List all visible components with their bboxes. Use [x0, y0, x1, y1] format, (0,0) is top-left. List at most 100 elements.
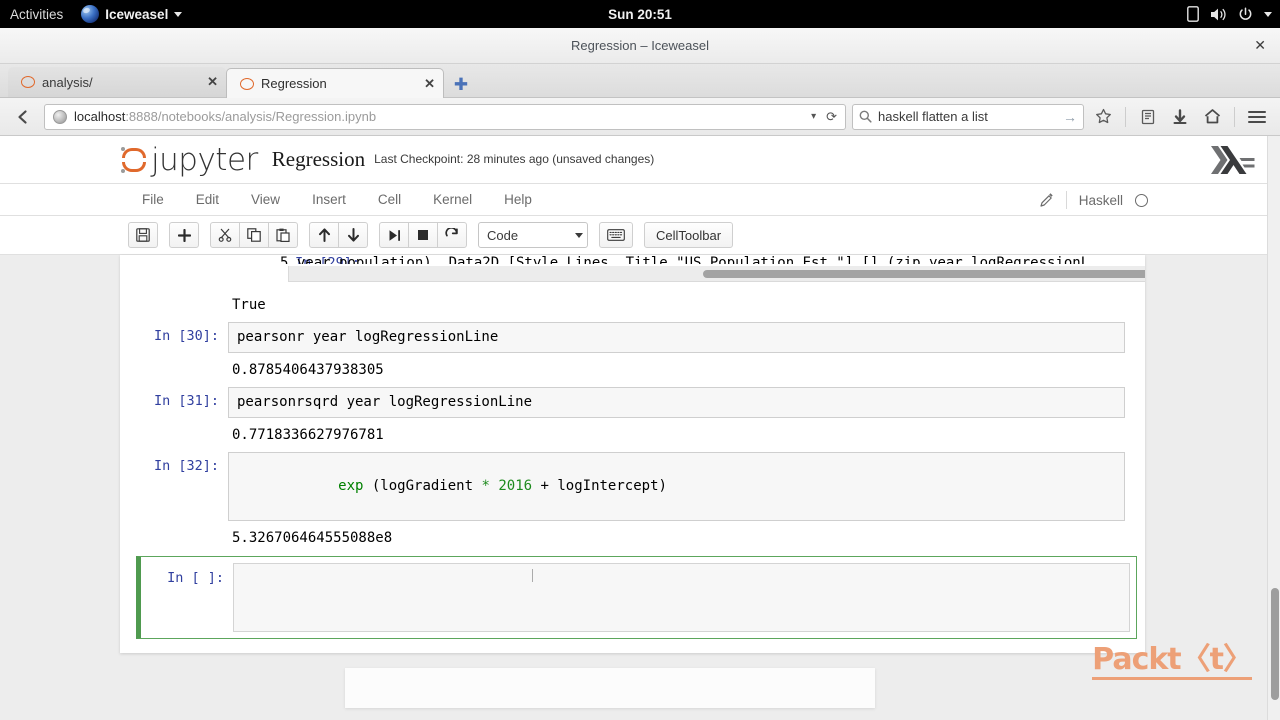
home-icon[interactable] — [1197, 102, 1227, 132]
restart-kernel-button[interactable] — [437, 222, 467, 248]
packt-logo-mark: 〈t〉 — [1181, 642, 1252, 677]
jupyter-logo-icon — [120, 146, 148, 174]
jupyter-logo[interactable]: jupyter — [120, 142, 258, 178]
cell-prompt — [120, 360, 228, 380]
menu-edit[interactable]: Edit — [180, 192, 235, 207]
app-menu-iceweasel[interactable]: Iceweasel — [75, 5, 188, 23]
cell-output-row: 5.326706464555088e8 — [120, 526, 1145, 550]
menubar-right: Haskell — [1040, 184, 1148, 216]
cell-output-row: True — [120, 293, 1145, 317]
tab-label: Regression — [261, 76, 416, 91]
window-titlebar: Regression – Iceweasel ✕ — [0, 28, 1280, 64]
jupyter-favicon-icon — [20, 75, 34, 89]
paste-button[interactable] — [268, 222, 298, 248]
copy-button[interactable] — [239, 222, 269, 248]
volume-icon[interactable] — [1210, 7, 1227, 22]
tab-close-icon[interactable]: ✕ — [207, 74, 218, 90]
menu-cell[interactable]: Cell — [362, 192, 417, 207]
clipped-cell-29[interactable]: In [29]: 5 year population), Data2D [Sty… — [120, 255, 1145, 293]
jupyter-header: jupyter Regression Last Checkpoint: 28 m… — [0, 136, 1280, 184]
activities-button[interactable]: Activities — [0, 7, 75, 22]
cell-output-text: 0.8785406437938305 — [228, 360, 1125, 380]
cell-output-row: 0.7718336627976781 — [120, 423, 1145, 447]
page-scrollbar[interactable] — [1267, 136, 1280, 720]
url-bar[interactable]: localhost:8888/notebooks/analysis/Regres… — [44, 104, 846, 130]
browser-window: Regression – Iceweasel ✕ analysis/ ✕ Reg… — [0, 28, 1280, 720]
cell-horizontal-scrollbar[interactable] — [288, 266, 1145, 282]
clock[interactable]: Sun 20:51 — [0, 7, 1280, 22]
cell-prompt: In [30]: — [120, 322, 228, 344]
move-cell-down-button[interactable] — [338, 222, 368, 248]
chevron-down-icon[interactable] — [1264, 12, 1272, 17]
bookmark-star-icon[interactable] — [1088, 102, 1118, 132]
menu-icon[interactable] — [1242, 102, 1272, 132]
app-menu-label: Iceweasel — [105, 7, 168, 22]
cell-source-editor[interactable]: exp (logGradient * 2016 + logIntercept) — [228, 452, 1125, 521]
cell-prompt: In [32]: — [120, 452, 228, 474]
scrollbar-thumb[interactable] — [1271, 588, 1279, 700]
menu-view[interactable]: View — [235, 192, 296, 207]
code-cell-30[interactable]: In [30]: pearsonr year logRegressionLine — [120, 317, 1145, 358]
notebook-title[interactable]: Regression — [272, 147, 365, 172]
search-icon — [859, 110, 872, 123]
site-globe-icon — [53, 110, 67, 124]
code-cell-31[interactable]: In [31]: pearsonrsqrd year logRegression… — [120, 382, 1145, 423]
reader-icon[interactable] — [1133, 102, 1163, 132]
cell-source-editor[interactable] — [233, 563, 1130, 632]
kernel-name: Haskell — [1079, 193, 1123, 208]
haskell-logo-icon — [1211, 145, 1255, 175]
celltoolbar-button[interactable]: CellToolbar — [644, 222, 733, 248]
keyboard-shortcuts-button[interactable] — [599, 222, 633, 248]
url-text: localhost:8888/notebooks/analysis/Regres… — [74, 109, 805, 124]
url-host: localhost — [74, 109, 125, 124]
menu-kernel[interactable]: Kernel — [417, 192, 488, 207]
search-go-icon[interactable]: → — [1063, 109, 1077, 125]
cut-button[interactable] — [210, 222, 240, 248]
system-tray[interactable] — [1187, 0, 1272, 28]
kernel-status-icon[interactable] — [1135, 194, 1148, 207]
menu-insert[interactable]: Insert — [296, 192, 362, 207]
clipped-cell-source: 5 year population), Data2D [Style Lines,… — [280, 255, 1145, 264]
notebook-area: In [29]: 5 year population), Data2D [Sty… — [0, 255, 1280, 688]
save-button[interactable] — [128, 222, 158, 248]
chevron-down-icon — [575, 233, 583, 238]
checkpoint-status: Last Checkpoint: 28 minutes ago (unsaved… — [374, 152, 654, 168]
divider — [1125, 107, 1126, 127]
clipboard-group — [210, 222, 298, 248]
pencil-icon[interactable] — [1040, 193, 1054, 207]
back-button[interactable] — [8, 102, 38, 132]
packt-logo-text: Packt — [1092, 642, 1181, 677]
power-icon[interactable] — [1238, 7, 1253, 22]
insert-cell-button[interactable] — [169, 222, 199, 248]
notebook-paper: In [29]: 5 year population), Data2D [Sty… — [120, 255, 1145, 653]
tab-regression[interactable]: Regression ✕ — [226, 68, 444, 98]
cell-prompt: In [31]: — [120, 387, 228, 409]
selected-empty-cell[interactable]: In [ ]: — [136, 556, 1137, 639]
cell-prompt: In [ ]: — [141, 563, 233, 586]
window-title: Regression – Iceweasel — [571, 38, 709, 53]
url-history-dropdown-icon[interactable]: ▾ — [805, 111, 822, 122]
reload-icon[interactable]: ⟳ — [822, 109, 841, 125]
code-cell-32[interactable]: In [32]: exp (logGradient * 2016 + logIn… — [120, 447, 1145, 526]
notebook-paper-next — [345, 668, 875, 708]
token-number: 2016 — [498, 478, 532, 494]
cell-type-select[interactable]: Code — [478, 222, 588, 248]
scrollbar-thumb[interactable] — [703, 270, 1145, 278]
tab-analysis[interactable]: analysis/ ✕ — [8, 67, 226, 97]
new-tab-button[interactable]: ✚ — [450, 71, 472, 97]
tab-close-icon[interactable]: ✕ — [424, 76, 435, 92]
screen-icon[interactable] — [1187, 6, 1199, 22]
cell-prompt — [120, 425, 228, 445]
interrupt-kernel-button[interactable] — [408, 222, 438, 248]
cell-source-editor[interactable]: pearsonrsqrd year logRegressionLine — [228, 387, 1125, 418]
gnome-top-bar: Activities Iceweasel Sun 20:51 — [0, 0, 1280, 28]
window-close-button[interactable]: ✕ — [1254, 38, 1266, 52]
menu-help[interactable]: Help — [488, 192, 548, 207]
cell-output-row: 0.8785406437938305 — [120, 358, 1145, 382]
menu-file[interactable]: File — [126, 192, 180, 207]
move-cell-up-button[interactable] — [309, 222, 339, 248]
search-input[interactable]: haskell flatten a list → — [852, 104, 1084, 130]
downloads-icon[interactable] — [1165, 102, 1195, 132]
run-cell-button[interactable] — [379, 222, 409, 248]
cell-source-editor[interactable]: pearsonr year logRegressionLine — [228, 322, 1125, 353]
